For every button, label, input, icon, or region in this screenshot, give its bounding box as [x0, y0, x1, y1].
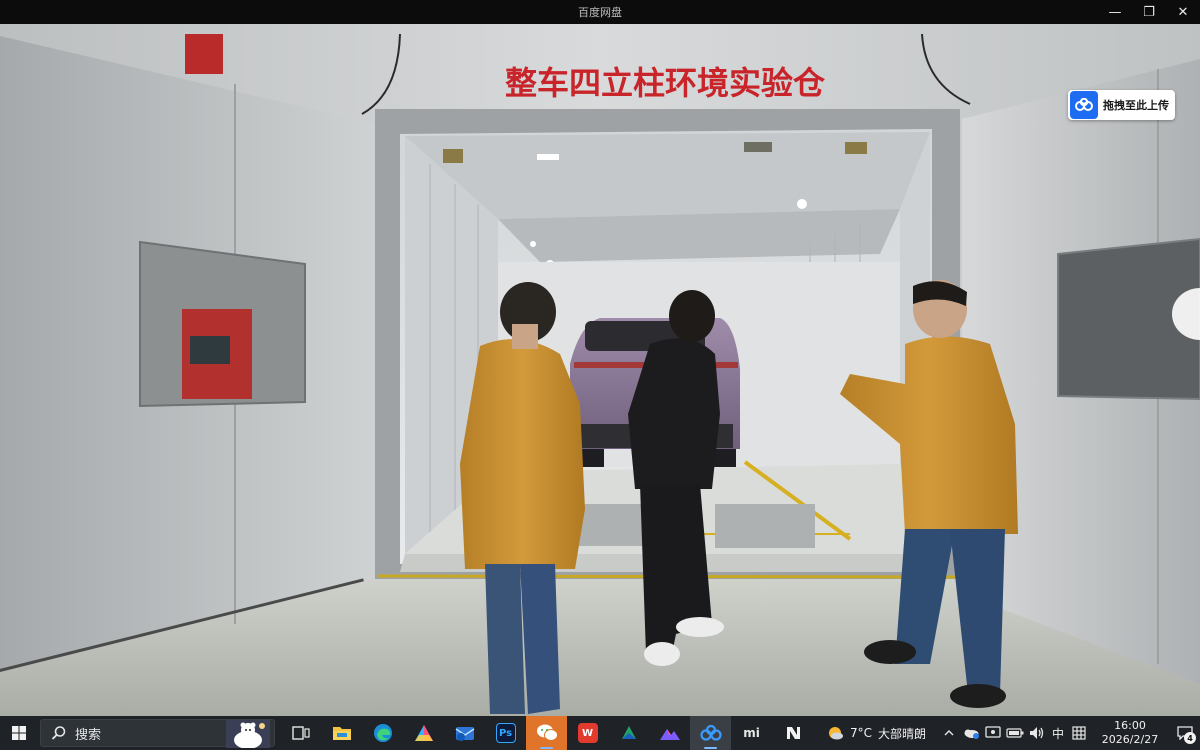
triangle-app-icon	[414, 725, 433, 741]
taskbar-apps: Ps W mi	[280, 716, 813, 750]
minimize-button[interactable]: —	[1098, 0, 1132, 24]
edge-button[interactable]	[362, 716, 403, 750]
close-button[interactable]: ✕	[1166, 0, 1200, 24]
app-a-button[interactable]	[403, 716, 444, 750]
taskbar-clock[interactable]: 16:00 2026/2/27	[1098, 719, 1162, 747]
photoshop-icon: Ps	[495, 723, 516, 743]
wechat-button[interactable]	[526, 716, 567, 750]
input-method-indicator[interactable]: 中	[1052, 725, 1064, 742]
app-mountain-button[interactable]	[649, 716, 690, 750]
start-button[interactable]	[0, 716, 38, 750]
baidu-netdisk-icon	[699, 724, 722, 741]
battery-icon[interactable]	[1006, 724, 1024, 742]
sun-icon	[828, 727, 843, 740]
window-titlebar: 百度网盘 — ❐ ✕	[0, 0, 1200, 24]
system-tray: 7°C 大部晴朗 中 16:00 2026/2/27 4	[826, 716, 1200, 750]
video-frame: 整车四立柱环境实验仓	[0, 24, 1200, 716]
drag-upload-button[interactable]: 拖拽至此上传	[1068, 90, 1175, 120]
file-explorer-button[interactable]	[321, 716, 362, 750]
folder-icon	[332, 727, 351, 740]
mail-button[interactable]	[444, 716, 485, 750]
app-n-button[interactable]	[772, 716, 813, 750]
photoshop-button[interactable]: Ps	[485, 716, 526, 750]
taskbar-search-box[interactable]: 搜索	[40, 719, 275, 748]
maximize-button[interactable]: ❐	[1132, 0, 1166, 24]
task-view-button[interactable]	[280, 716, 321, 750]
volume-icon[interactable]	[1028, 724, 1046, 742]
weather-widget[interactable]: 7°C 大部晴朗	[826, 724, 926, 742]
window-controls: — ❐ ✕	[1098, 0, 1200, 24]
polar-bear-icon	[226, 720, 270, 748]
mail-icon	[455, 727, 474, 741]
video-player[interactable]: 整车四立柱环境实验仓 拖拽至此上传	[0, 24, 1200, 716]
taskbar-search-label: 搜索	[75, 727, 102, 743]
weather-temperature: 7°C	[849, 726, 872, 740]
green-app-icon	[621, 726, 636, 739]
mountain-app-icon	[659, 729, 680, 740]
edge-icon	[373, 724, 392, 742]
baidu-netdisk-icon	[1070, 91, 1098, 119]
windows-logo-icon	[12, 726, 26, 740]
onedrive-icon[interactable]	[962, 724, 980, 742]
keyboard-grid-icon[interactable]	[1070, 724, 1088, 742]
drag-upload-label: 拖拽至此上传	[1103, 99, 1169, 112]
n-app-icon	[786, 727, 800, 739]
task-view-icon	[291, 726, 310, 740]
baidu-netdisk-button[interactable]	[690, 716, 731, 750]
app-green-button[interactable]	[608, 716, 649, 750]
clock-date: 2026/2/27	[1101, 733, 1159, 746]
wps-icon: W	[577, 723, 598, 743]
notification-count-badge: 4	[1184, 732, 1196, 744]
xiaomi-button[interactable]: mi	[731, 716, 772, 750]
tray-expand-icon[interactable]	[940, 724, 958, 742]
screen-record-icon[interactable]	[984, 724, 1002, 742]
notification-center-button[interactable]: 4	[1170, 716, 1200, 750]
xiaomi-icon: mi	[743, 726, 760, 740]
taskbar: 搜索 Ps W mi 7°C 大部晴朗 中 16:00 2026/2/27 4	[0, 716, 1200, 750]
wechat-icon	[536, 724, 558, 741]
weather-condition: 大部晴朗	[877, 726, 926, 741]
window-title: 百度网盘	[578, 6, 622, 19]
scene-sign-text: 整车四立柱环境实验仓	[505, 64, 826, 102]
clock-time: 16:00	[1114, 719, 1146, 732]
search-icon	[51, 726, 66, 740]
wps-button[interactable]: W	[567, 716, 608, 750]
